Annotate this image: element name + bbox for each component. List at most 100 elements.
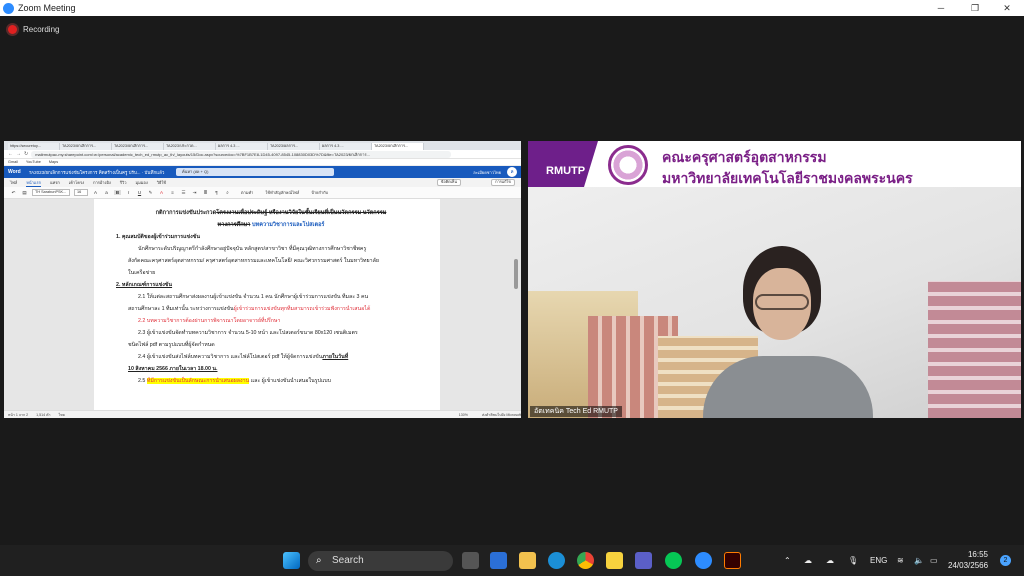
onedrive-icon[interactable]: ☁ [804, 545, 812, 576]
wifi-icon[interactable]: ≋ [897, 545, 904, 576]
forward-icon[interactable]: → [16, 151, 21, 157]
minimize-button[interactable]: ─ [924, 0, 958, 16]
document-scrollbar[interactable] [514, 259, 518, 289]
address-bar[interactable]: mailrmutpac-my.sharepoint.com/:w:/person… [31, 150, 452, 158]
back-icon[interactable]: ← [8, 151, 13, 157]
bookmark-maps[interactable]: Maps [49, 160, 58, 164]
status-zoom[interactable]: 130% [459, 413, 474, 417]
doc-text: 2.4 ผู้เข้าแข่งขันส่งไฟล์บทความวิชาการ แ… [138, 354, 323, 360]
browser-tab[interactable]: ผลการ 4.3 ... [320, 143, 372, 150]
status-feedback[interactable]: ส่งคำติชมไปยัง Microsoft [482, 412, 521, 418]
designer-button[interactable]: ใช้ทำสัญลักษณ์ไฟล์ [265, 189, 299, 196]
highlight-icon[interactable]: ✎ [147, 190, 154, 196]
teams-icon[interactable] [635, 552, 652, 569]
tab-layout[interactable]: เค้าโครง [69, 179, 84, 186]
chevron-up-icon[interactable]: ⌃ [784, 545, 791, 576]
document-canvas[interactable]: กติกาการแข่งขันประกวดโครงงานเพื่อประดิษฐ… [4, 199, 521, 410]
shrink-font-icon[interactable]: a [103, 190, 110, 195]
status-page: หน้า 1 จาก 2 [8, 412, 29, 417]
bookmark-youtube[interactable]: YouTube [26, 160, 41, 164]
numbering-icon[interactable]: ☰ [180, 190, 187, 196]
word-app-label[interactable]: Word [8, 169, 21, 175]
cloud-icon[interactable]: ☁ [826, 545, 834, 576]
illustrator-icon[interactable] [724, 552, 741, 569]
bullets-icon[interactable]: ≡ [169, 190, 176, 195]
indent-icon[interactable]: ⇥ [191, 190, 198, 196]
microphone-icon[interactable]: 🎙 [848, 545, 858, 576]
doc-highlight-text: ทีมีการแข่งขันเป็นลักษณะการนำเสนอผลงาน [146, 378, 250, 384]
browser-tab[interactable]: TA2023/ยกเลิกการ... [112, 143, 164, 150]
volume-icon[interactable]: 🔈 [914, 545, 924, 576]
battery-icon[interactable]: ▭ [930, 545, 938, 576]
task-view-icon[interactable] [462, 552, 479, 569]
restore-button[interactable]: ❐ [958, 0, 992, 16]
doc-paragraph: ชนิดไฟล์ pdf ตามรูปแบบที่ผู้จัดกำหนด [128, 342, 215, 348]
ribbon-tabs: ไฟล์ หน้าแรก แทรก เค้าโครง การอ้างอิง รี… [4, 178, 521, 187]
font-color-icon[interactable]: A [158, 190, 165, 195]
ribbon-toolbar: ↶ ▤ TH SarabunPSK... 16 A a B I U ✎ A ≡ … [4, 187, 521, 199]
tab-references[interactable]: การอ้างอิง [93, 179, 111, 186]
styles-icon[interactable]: ¶ [213, 190, 220, 195]
browser-tab[interactable]: ผลการ 4.3 ... [216, 143, 268, 150]
tab-view[interactable]: มุมมอง [136, 179, 148, 186]
participant-video[interactable]: RMUTP คณะครุศาสตร์อุตสาหกรรม มหาวิทยาลัย… [528, 141, 1021, 418]
browser-tab[interactable]: TA2023/ประกวด... [164, 143, 216, 150]
line-icon[interactable] [665, 552, 682, 569]
editing-mode-button[interactable]: การแก้ไข [491, 179, 515, 186]
browser-tab[interactable]: https://securetoy... [8, 143, 60, 150]
doc-title-text: กติกาการแข่งขันประกวด [155, 210, 217, 216]
grow-font-icon[interactable]: A [92, 190, 99, 195]
word-header: Word TA2023/ยกเลิกการแข่งขันโครงการ คิดส… [4, 166, 521, 178]
doc-paragraph: 2.1 ให้แต่ละสถานศึกษาส่งผลงานผู้เข้าแข่ง… [138, 294, 369, 300]
bookmark-gmail[interactable]: Gmail [8, 160, 18, 164]
browser-tab[interactable]: TA2023/ยกเลิกการ... [60, 143, 112, 150]
zoom-taskbar-icon[interactable] [695, 552, 712, 569]
clipboard-icon[interactable]: ▤ [21, 190, 28, 196]
app-l-icon[interactable] [490, 552, 507, 569]
dictate-button[interactable]: ตามคำ [241, 189, 253, 196]
font-name-select[interactable]: TH SarabunPSK... [32, 189, 70, 196]
font-size-select[interactable]: 16 [74, 189, 88, 196]
recording-label: Recording [23, 24, 60, 34]
sensitivity-button[interactable]: ป้ายกำกับ [311, 189, 328, 196]
sticky-notes-icon[interactable] [606, 552, 623, 569]
document-page[interactable]: กติกาการแข่งขันประกวดโครงงานเพื่อประดิษฐ… [94, 199, 440, 410]
doc-title-strike-2: ทางการศึกษา [217, 222, 251, 228]
reload-icon[interactable]: ↻ [24, 151, 28, 157]
avatar[interactable]: ล [507, 167, 517, 177]
file-explorer-icon[interactable] [519, 552, 536, 569]
edge-icon[interactable] [548, 552, 565, 569]
taskbar-clock[interactable]: 16:55 24/03/2566 [948, 549, 988, 571]
background-header: RMUTP คณะครุศาสตร์อุตสาหกรรม มหาวิทยาลัย… [528, 141, 1021, 187]
browser-tab-active[interactable]: TA2023/ยกเลิกการ... [372, 143, 424, 150]
close-button[interactable]: ✕ [990, 0, 1024, 16]
tab-review[interactable]: รีวิว [120, 179, 127, 186]
tab-insert[interactable]: แทรก [50, 179, 60, 186]
recording-indicator[interactable]: Recording [0, 16, 1024, 42]
language-indicator[interactable]: ENG [870, 545, 887, 576]
tab-file[interactable]: ไฟล์ [10, 179, 17, 186]
chrome-icon[interactable] [577, 552, 594, 569]
comments-button[interactable]: ข้อคิดเห็น [436, 179, 461, 186]
italic-icon[interactable]: I [125, 190, 132, 195]
tab-help[interactable]: วิธีใช้ [157, 179, 166, 186]
shared-screen: https://securetoy... TA2023/ยกเลิกการ...… [4, 141, 521, 418]
zoom-title-bar: Zoom Meeting ─ ❐ ✕ [0, 0, 1024, 16]
tab-home[interactable]: หน้าแรก [26, 179, 42, 187]
browser-tab-strip: https://securetoy... TA2023/ยกเลิกการ...… [4, 141, 521, 150]
doc-text: สถานศึกษาละ 1 ทีมเท่านั้น ระหว่างการแข่ง… [128, 306, 234, 312]
notification-badge[interactable]: 2 [1000, 555, 1011, 566]
find-icon[interactable]: ⌕ [224, 190, 231, 195]
align-icon[interactable]: ≣ [202, 190, 209, 196]
word-search-input[interactable]: ค้นหา (Alt + Q) [176, 168, 334, 176]
undo-icon[interactable]: ↶ [10, 190, 17, 196]
taskbar-search[interactable]: ⌕ Search [308, 551, 453, 571]
recording-dot-icon [8, 24, 17, 34]
doc-insert-text: ผู้เข้าร่วมการแข่งขันทุกทีมสามารถเข้าร่ว… [233, 306, 371, 312]
doc-heading-2-text: 2. หลักเกณฑ์การแข่งขัน [116, 282, 173, 288]
word-doc-title[interactable]: TA2023/ยกเลิกการแข่งขันโครงการ คิดสร้างเ… [29, 169, 179, 176]
underline-icon[interactable]: U [136, 190, 143, 195]
bold-icon[interactable]: B [114, 190, 121, 195]
browser-tab[interactable]: TA2023/ผลการ... [268, 143, 320, 150]
windows-start-icon[interactable] [283, 552, 300, 569]
